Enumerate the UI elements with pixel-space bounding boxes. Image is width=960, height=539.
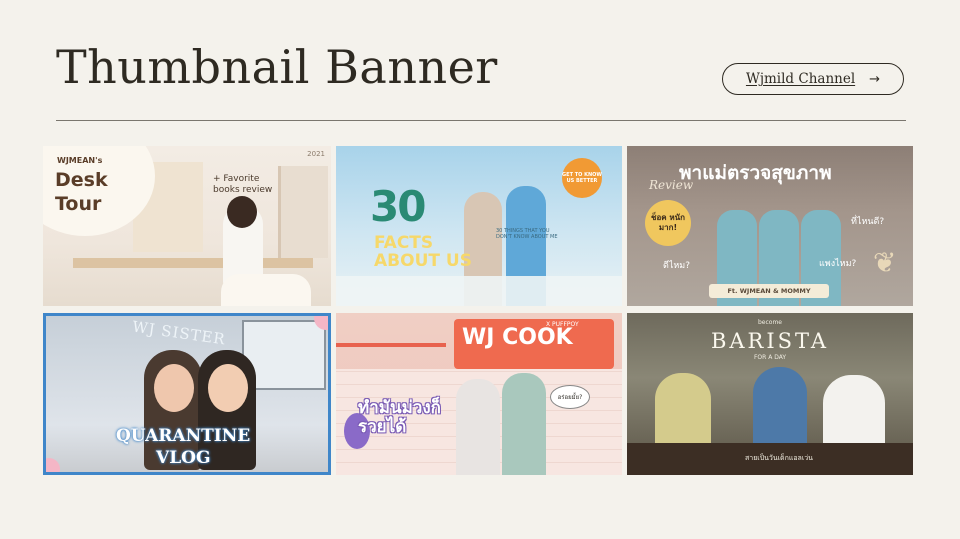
speech-bubble: อร่อยมั้ย?: [550, 385, 590, 409]
thumbnail-quarantine-vlog[interactable]: WJ SISTER QUARANTINE VLOG: [43, 313, 331, 475]
thumb-question: ที่ไหนดี?: [851, 217, 885, 227]
thumbnail-wj-cook[interactable]: WJ COOK X PUFFPOY ทำมันม่วงก็รวยได้ อร่อ…: [336, 313, 622, 475]
thumb-title-line1: QUARANTINE: [116, 426, 251, 446]
thumb-title: FACTS ABOUT US: [374, 234, 472, 270]
person-head: [227, 196, 257, 228]
thumb-title: WJ COOK: [462, 325, 573, 350]
bookshelf: [278, 166, 328, 258]
thumb-featuring: Ft. WJMEAN & MOMMY: [709, 284, 829, 298]
thumb-kicker: become: [757, 319, 782, 326]
thumb-badge: ช็อค หนัก มาก!: [645, 200, 691, 246]
thumb-title: BARISTA: [710, 329, 830, 353]
thumbnail-barista[interactable]: become BARISTA FOR A DAY สายเป็นวันเด็กแ…: [627, 313, 913, 475]
thumbnail-desk-tour[interactable]: WJMEAN's Desk Tour + Favorite books revi…: [43, 146, 331, 306]
thumb-title-line2: ABOUT US: [374, 251, 472, 271]
thumbnail-health-check[interactable]: พาแม่ตรวจสุขภาพ Review ช็อค หนัก มาก! ที…: [627, 146, 913, 306]
thumb-title: Desk Tour: [55, 168, 108, 216]
header-divider: [56, 120, 906, 121]
shelf: [336, 343, 446, 347]
person-face: [208, 364, 248, 412]
thumb-question: ดีไหม?: [663, 261, 691, 271]
thumb-caption: สายเป็นวันเด็กแอลเว่น: [745, 454, 813, 462]
thumb-review-label: Review: [649, 178, 694, 192]
thumbnail-30-facts[interactable]: 30 FACTS ABOUT US 30 THINGS THAT YOU DON…: [336, 146, 622, 306]
thumb-number: 30: [370, 182, 426, 231]
person-figure: [456, 379, 500, 475]
thumb-collab: X PUFFPOY: [546, 321, 579, 328]
channel-link-label: Wjmild Channel: [745, 71, 856, 87]
thumb-subtitle: FOR A DAY: [753, 354, 787, 361]
arrow-right-icon: →: [869, 71, 881, 87]
cloud-band: [336, 276, 622, 306]
thumb-title: พาแม่ตรวจสุขภาพ: [679, 162, 832, 184]
thumb-year: 2021: [307, 150, 325, 158]
channel-link-button[interactable]: Wjmild Channel →: [722, 63, 904, 95]
person-face: [154, 364, 194, 412]
thumb-question: แพงไหม?: [819, 259, 857, 269]
thumb-small-title: WJMEAN's: [57, 156, 103, 165]
page-title: Thumbnail Banner: [56, 40, 498, 94]
thumb-title-line1: FACTS: [374, 233, 434, 253]
person-figure: [502, 373, 546, 475]
thumb-title-line1: Desk: [55, 169, 108, 191]
chair: [221, 274, 311, 306]
thumb-subtitle: 30 THINGS THAT YOU DON'T KNOW ABOUT ME: [496, 228, 558, 240]
thumb-badge: GET TO KNOW US BETTER: [562, 158, 602, 198]
leaf-icon: ❦: [873, 246, 897, 279]
thumb-note: + Favorite books review: [213, 174, 273, 195]
thumb-thai-text: ทำมันม่วงก็รวยได้: [358, 398, 441, 437]
desk: [73, 258, 313, 268]
thumb-title-line2: Tour: [55, 193, 102, 215]
thumb-title-line2: VLOG: [156, 448, 211, 468]
